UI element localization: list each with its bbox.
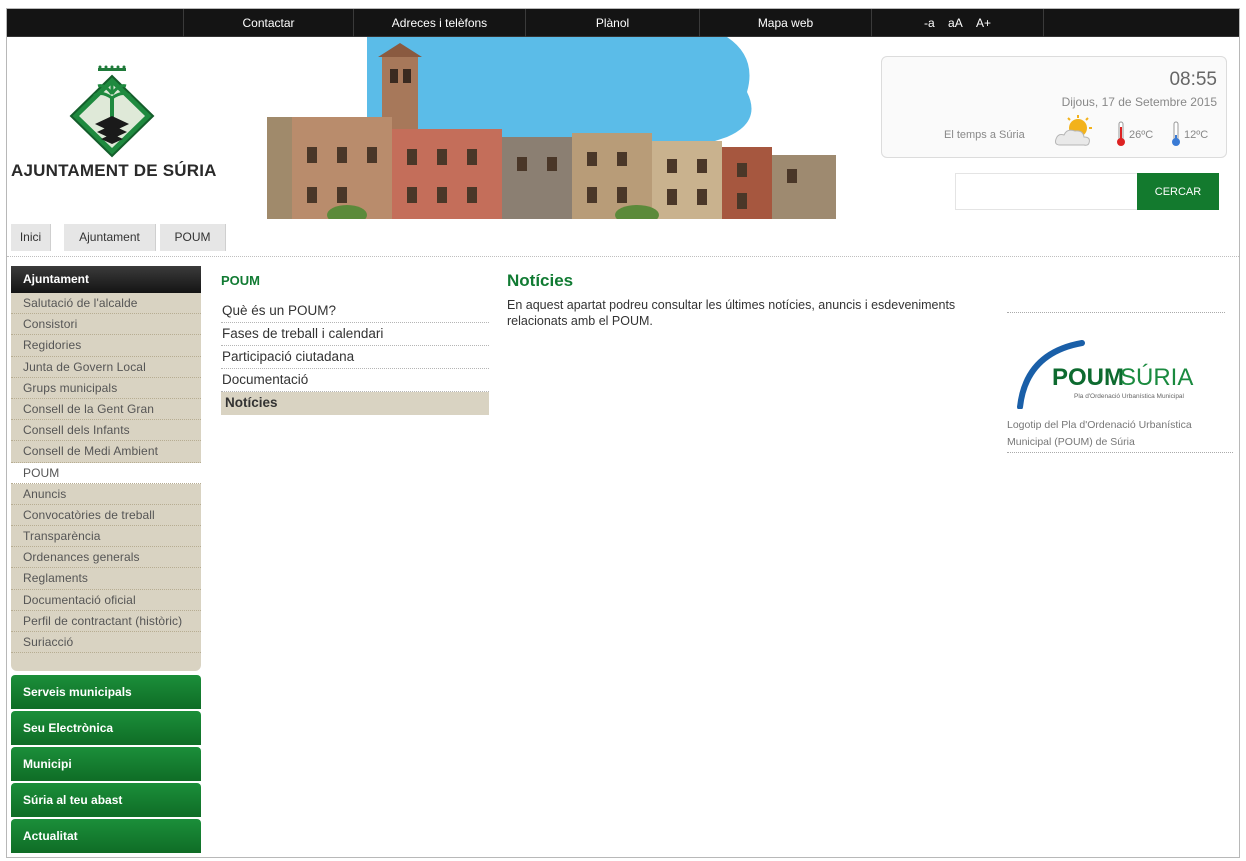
subnav-item-noticies[interactable]: Notícies (221, 392, 489, 415)
subnav-item-documentacio[interactable]: Documentació (221, 369, 489, 392)
topnav-map-link[interactable]: Plànol (525, 9, 699, 37)
town-banner-image (267, 37, 836, 219)
current-date: Dijous, 17 de Setembre 2015 (1061, 95, 1217, 109)
poum-logo-subtitle: Pla d'Ordenació Urbanística Municipal (1074, 393, 1185, 400)
subnav-menu: Què és un POUM? Fases de treball i calen… (221, 300, 489, 415)
coat-of-arms-logo[interactable] (67, 64, 157, 164)
section-seu-electronica[interactable]: Seu Electrònica (11, 711, 201, 745)
sidebar-item-documentacio-oficial[interactable]: Documentació oficial (11, 590, 201, 611)
font-size-controls: -a aA A+ (871, 9, 1043, 37)
section-suria-al-teu-abast[interactable]: Súria al teu abast (11, 783, 201, 817)
font-normal-button[interactable]: aA (948, 9, 963, 37)
sidebar-item-consell-infants[interactable]: Consell dels Infants (11, 420, 201, 442)
sidebar-item-regidories[interactable]: Regidories (11, 335, 201, 357)
partly-cloudy-icon (1055, 115, 1092, 146)
topnav-sitemap-link[interactable]: Mapa web (699, 9, 871, 37)
poum-logo-bold-text: POUM (1052, 364, 1124, 391)
subnav-item-fases[interactable]: Fases de treball i calendari (221, 323, 489, 346)
site-title[interactable]: AJUNTAMENT DE SÚRIA (11, 161, 217, 181)
page-frame: Contactar Adreces i telèfons Plànol Mapa… (6, 8, 1240, 858)
poum-suria-logo[interactable]: POUM SÚRIA Pla d'Ordenació Urbanística M… (1012, 333, 1222, 409)
thermometer-cold-icon (1172, 121, 1180, 146)
topnav-addresses-link[interactable]: Adreces i telèfons (353, 9, 525, 37)
temperature-max: 26ºC (1129, 129, 1154, 141)
sidebar-item-poum[interactable]: POUM (11, 462, 201, 484)
font-larger-button[interactable]: A+ (976, 9, 991, 37)
sidebar-menu: Salutació de l'alcalde Consistori Regido… (11, 293, 201, 671)
section-municipi[interactable]: Municipi (11, 747, 201, 781)
breadcrumb-poum[interactable]: POUM (160, 224, 226, 251)
topbar-spacer-right (1043, 9, 1239, 37)
sidebar-item-suriaccio[interactable]: Suriacció (11, 632, 201, 654)
temperature-min: 12ºC (1184, 129, 1209, 141)
top-navigation-bar: Contactar Adreces i telèfons Plànol Mapa… (7, 9, 1239, 37)
search-button[interactable]: CERCAR (1137, 173, 1219, 210)
breadcrumb: Inici Ajuntament POUM (7, 219, 1239, 257)
sidebar-item-ordenances[interactable]: Ordenances generals (11, 547, 201, 569)
current-time: 08:55 (1169, 69, 1217, 90)
subnav-item-que-es[interactable]: Què és un POUM? (221, 300, 489, 323)
sidebar-item-reglaments[interactable]: Reglaments (11, 568, 201, 590)
subnav-item-participacio[interactable]: Participació ciutadana (221, 346, 489, 369)
poum-logo-caption: Logotip del Pla d'Ordenació Urbanística … (1007, 417, 1233, 453)
font-smaller-button[interactable]: -a (924, 9, 935, 37)
section-serveis-municipals[interactable]: Serveis municipals (11, 675, 201, 709)
sidebar-item-anuncis[interactable]: Anuncis (11, 484, 201, 505)
topnav-contact-link[interactable]: Contactar (183, 9, 353, 37)
sidebar-item-convocatories[interactable]: Convocatòries de treball (11, 505, 201, 527)
sidebar-item-grups-municipals[interactable]: Grups municipals (11, 378, 201, 399)
sidebar-item-consell-medi-ambient[interactable]: Consell de Medi Ambient (11, 441, 201, 463)
page-intro-text: En aquest apartat podreu consultar les ú… (507, 298, 956, 328)
page-title: Notícies (507, 271, 574, 290)
breadcrumb-home[interactable]: Inici (11, 224, 51, 251)
clock-weather-panel: 08:55 Dijous, 17 de Setembre 2015 El tem… (881, 56, 1227, 158)
aside-divider (1007, 312, 1225, 313)
poum-logo-light-text: SÚRIA (1120, 364, 1193, 391)
subnav-title: POUM (221, 273, 260, 288)
sidebar-item-salutacio[interactable]: Salutació de l'alcalde (11, 293, 201, 315)
sidebar-item-perfil-contractant[interactable]: Perfil de contractant (històric) (11, 611, 201, 632)
sidebar-item-consell-gent-gran[interactable]: Consell de la Gent Gran (11, 399, 201, 421)
sidebar-item-consistori[interactable]: Consistori (11, 314, 201, 336)
thermometer-hot-icon (1117, 121, 1125, 146)
search-input[interactable] (955, 173, 1137, 210)
sidebar-item-transparencia[interactable]: Transparència (11, 526, 201, 548)
weather-label[interactable]: El temps a Súria (944, 129, 1025, 141)
sidebar-item-junta-govern[interactable]: Junta de Govern Local (11, 357, 201, 378)
breadcrumb-ajuntament[interactable]: Ajuntament (64, 224, 156, 251)
section-actualitat[interactable]: Actualitat (11, 819, 201, 853)
sidebar-heading-ajuntament[interactable]: Ajuntament (11, 266, 201, 293)
